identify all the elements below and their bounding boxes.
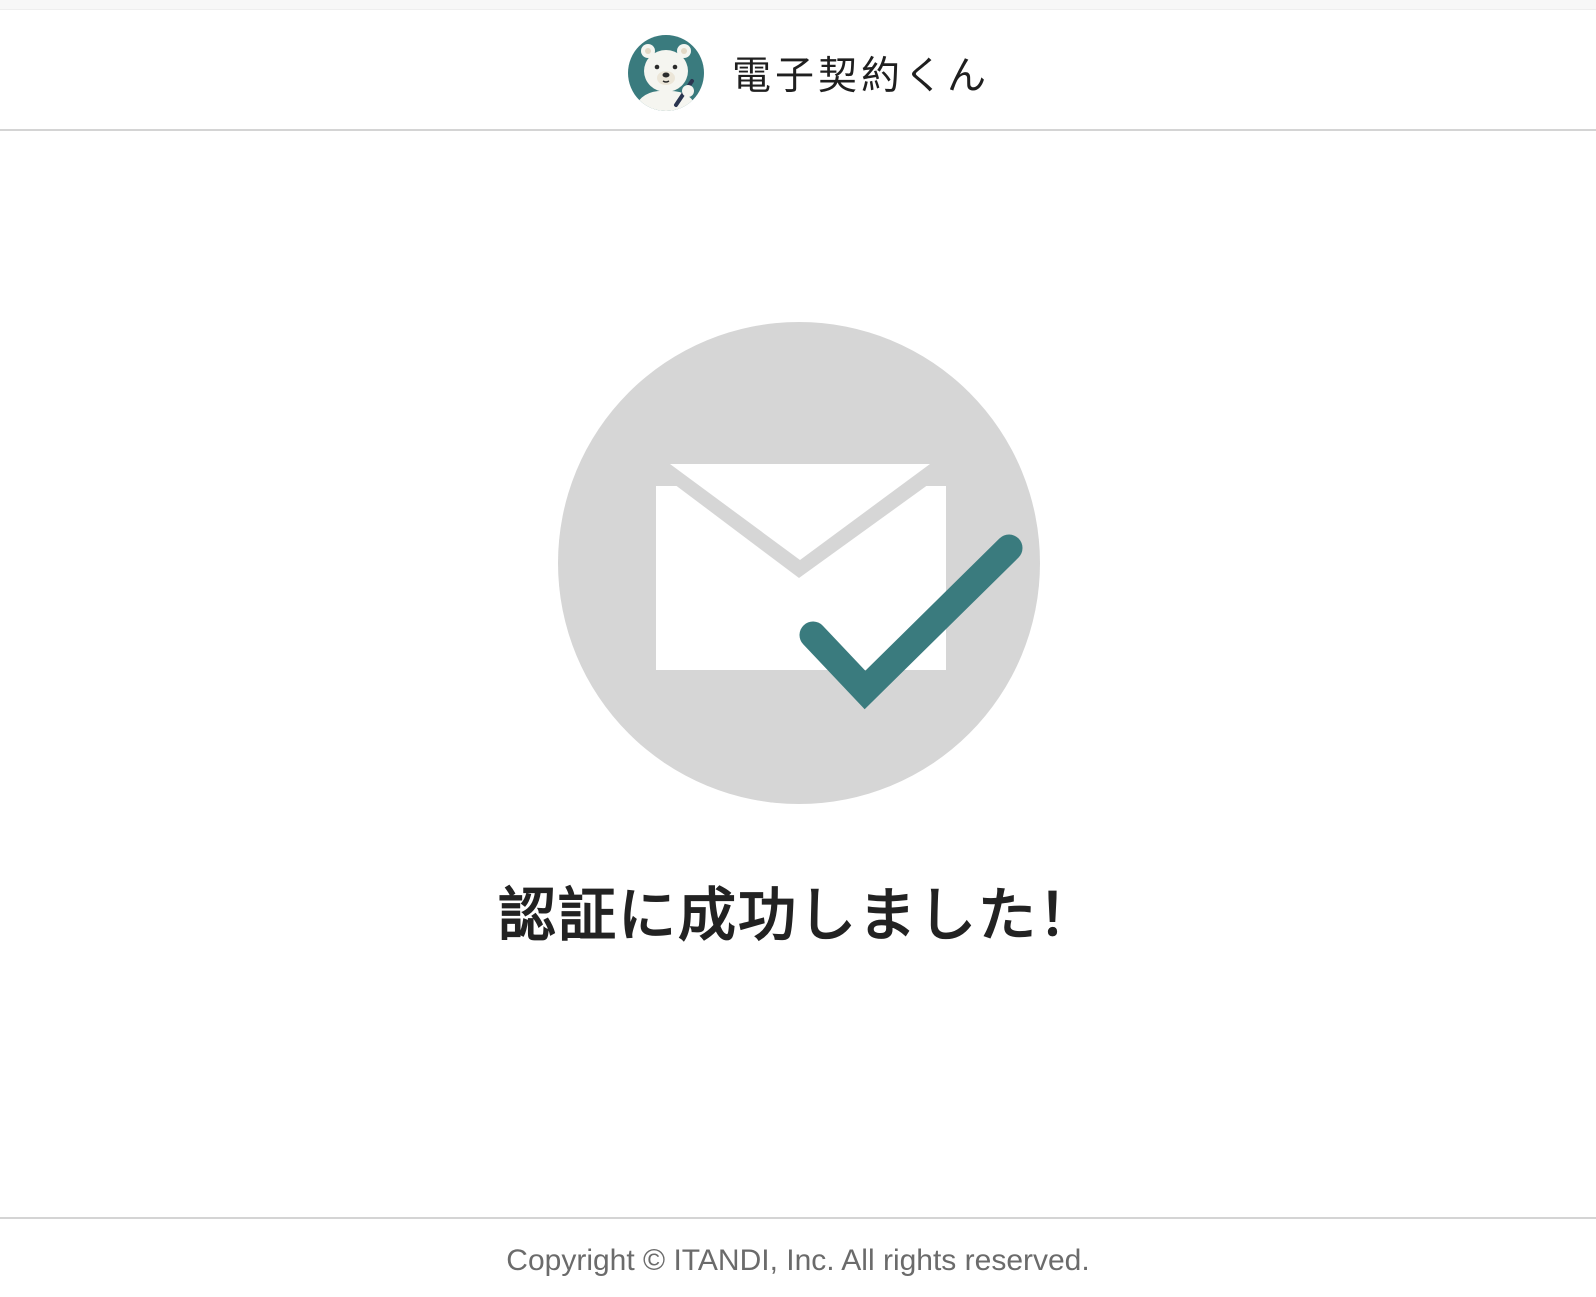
polar-bear-mascot-icon [628,35,704,111]
site-header: 電子契約くん [0,10,1596,131]
site-footer: Copyright © ITANDI, Inc. All rights rese… [0,1217,1596,1297]
browser-top-strip [0,0,1596,10]
success-message: 認証に成功しました！ [497,881,1098,949]
copyright-text: Copyright © ITANDI, Inc. All rights rese… [506,1244,1090,1277]
app-name: 電子契約くん [732,54,991,99]
mail-verified-icon [558,322,1040,804]
site-logo[interactable]: 電子契約くん [626,32,986,114]
